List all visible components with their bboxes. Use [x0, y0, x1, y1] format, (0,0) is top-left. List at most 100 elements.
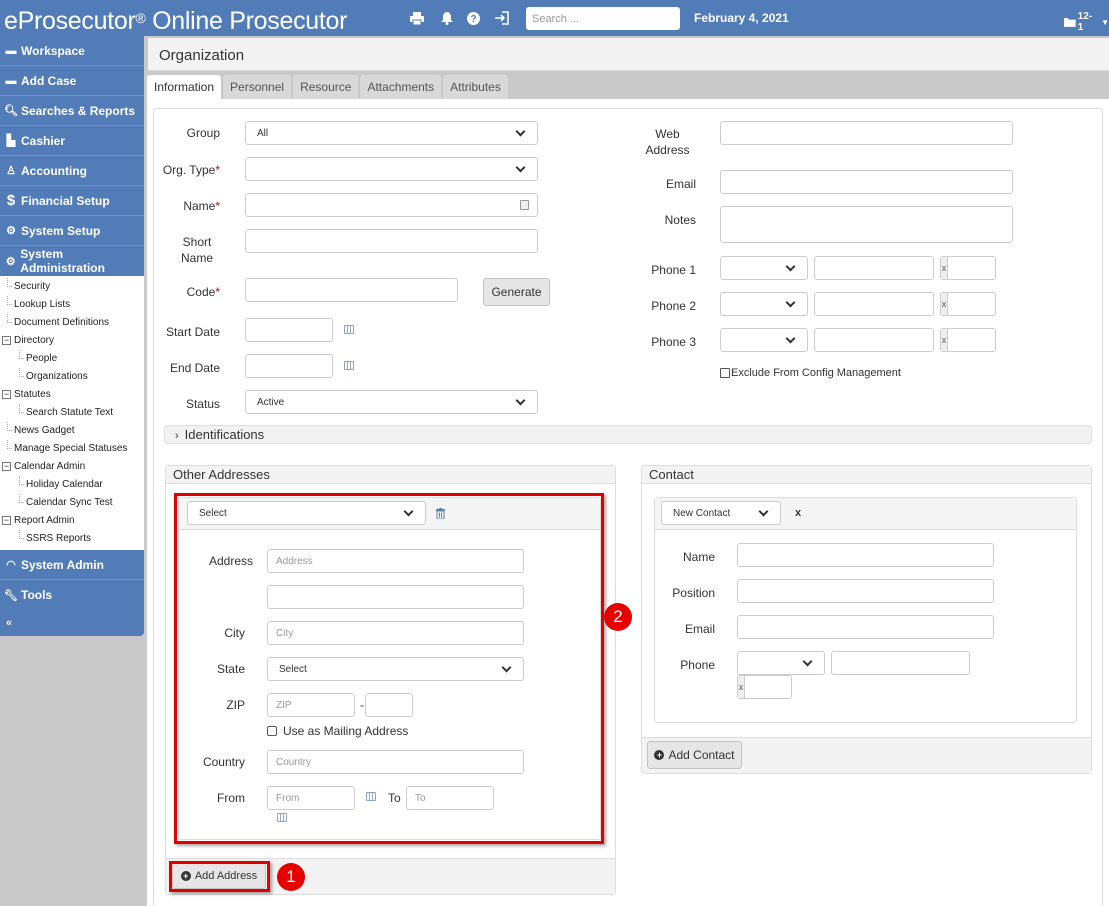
- org-type-select[interactable]: [245, 157, 538, 181]
- phone-1-ext-input[interactable]: x: [940, 256, 996, 280]
- tree-item-manage-special-statuses[interactable]: Manage Special Statuses: [0, 440, 144, 458]
- remove-contact-icon[interactable]: x: [795, 507, 801, 519]
- contact-phone-ext-input[interactable]: x: [737, 675, 792, 699]
- generate-button[interactable]: Generate: [483, 278, 550, 306]
- sidebar-item-financial-setup[interactable]: $ Financial Setup: [0, 186, 144, 216]
- web-address-input[interactable]: [720, 121, 1013, 145]
- tree-item-people[interactable]: People: [0, 350, 144, 368]
- trash-icon[interactable]: [436, 508, 445, 520]
- contact-position-input[interactable]: [737, 579, 994, 603]
- address-type-select[interactable]: Select: [187, 501, 426, 525]
- tree-item-organizations[interactable]: Organizations: [0, 368, 144, 386]
- contact-name-input[interactable]: [737, 543, 994, 567]
- calendar-icon[interactable]: [277, 813, 287, 822]
- phone-1-type-select[interactable]: [720, 256, 808, 280]
- start-date-input[interactable]: [245, 318, 333, 342]
- sidebar-item-system-administration[interactable]: ⚙ System Administration: [0, 246, 144, 276]
- notes-textarea[interactable]: [720, 206, 1013, 243]
- phone-2-type-select[interactable]: [720, 292, 808, 316]
- double-chevron-left-icon: «: [6, 617, 13, 629]
- group-select[interactable]: All: [245, 121, 538, 145]
- name-input[interactable]: [245, 193, 538, 217]
- state-select[interactable]: Select: [267, 657, 524, 681]
- web-address-label: Web Address: [645, 127, 690, 157]
- short-name-input[interactable]: [245, 229, 538, 253]
- status-select[interactable]: Active: [245, 390, 538, 414]
- sidebar-item-system-setup[interactable]: ⚙ System Setup: [0, 216, 144, 246]
- tree-item-holiday-calendar[interactable]: Holiday Calendar: [0, 476, 144, 494]
- tab-attachments[interactable]: Attachments: [360, 75, 442, 99]
- from-date-input[interactable]: From: [267, 786, 355, 810]
- tree-item-document-definitions[interactable]: Document Definitions: [0, 314, 144, 332]
- mailing-address-checkbox[interactable]: [267, 726, 277, 736]
- collapse-icon[interactable]: −: [2, 390, 11, 399]
- address-line-2-input[interactable]: [267, 585, 524, 609]
- exclude-config-checkbox[interactable]: [720, 368, 730, 378]
- tree-item-lookup-lists[interactable]: Lookup Lists: [0, 296, 144, 314]
- bell-icon[interactable]: [438, 9, 456, 27]
- collapse-icon[interactable]: −: [2, 516, 11, 525]
- tab-attributes[interactable]: Attributes: [443, 75, 508, 99]
- phone-3-number-input[interactable]: [814, 328, 934, 352]
- tree-item-directory[interactable]: − Directory: [0, 332, 144, 350]
- tree-item-report-admin[interactable]: − Report Admin: [0, 512, 144, 530]
- phone-3-type-select[interactable]: [720, 328, 808, 352]
- contact-card: New Contact x Name Position Email Phone …: [654, 497, 1077, 723]
- tree-item-calendar-sync-test[interactable]: Calendar Sync Test: [0, 494, 144, 512]
- contact-type-select[interactable]: New Contact: [661, 501, 781, 525]
- identifications-section-toggle[interactable]: › Identifications: [164, 425, 1092, 444]
- sidebar-item-workspace[interactable]: ▬ Workspace: [0, 36, 144, 66]
- calendar-icon[interactable]: [366, 792, 376, 801]
- calendar-icon[interactable]: [344, 361, 354, 370]
- address-line-1-input[interactable]: Address: [267, 549, 524, 573]
- tree-item-news-gadget[interactable]: News Gadget: [0, 422, 144, 440]
- city-input[interactable]: City: [267, 621, 524, 645]
- sidebar-item-system-admin[interactable]: ◠ System Admin: [0, 550, 144, 580]
- logout-icon[interactable]: [493, 9, 511, 27]
- tab-resource[interactable]: Resource: [293, 75, 359, 99]
- collapse-sidebar-button[interactable]: «: [0, 610, 144, 636]
- tree-item-calendar-admin[interactable]: − Calendar Admin: [0, 458, 144, 476]
- contact-phone-type-select[interactable]: [737, 651, 825, 675]
- sidebar-item-searches-reports[interactable]: 🔍︎ Searches & Reports: [0, 96, 144, 126]
- tree-item-search-statute-text[interactable]: Search Statute Text: [0, 404, 144, 422]
- contact-phone-number-input[interactable]: [831, 651, 970, 675]
- phone-1-number-input[interactable]: [814, 256, 934, 280]
- tab-information[interactable]: Information: [147, 75, 222, 99]
- tab-personnel[interactable]: Personnel: [223, 75, 292, 99]
- phone-3-ext-input[interactable]: x: [940, 328, 996, 352]
- phone-2-ext-input[interactable]: x: [940, 292, 996, 316]
- zip-input[interactable]: ZIP: [267, 693, 355, 717]
- sidebar-item-tools[interactable]: 🔧︎ Tools: [0, 580, 144, 610]
- contact-email-input[interactable]: [737, 615, 994, 639]
- contact-card-icon[interactable]: [520, 200, 529, 210]
- collapse-icon[interactable]: −: [2, 336, 11, 345]
- mailing-address-label: Use as Mailing Address: [283, 724, 409, 738]
- tree-item-security[interactable]: Security: [0, 278, 144, 296]
- tree-item-statutes[interactable]: − Statutes: [0, 386, 144, 404]
- sidebar-item-accounting[interactable]: ♙ Accounting: [0, 156, 144, 186]
- code-input[interactable]: [245, 278, 458, 302]
- add-contact-button[interactable]: + Add Contact: [647, 741, 742, 769]
- email-input[interactable]: [720, 170, 1013, 194]
- sidebar-item-cashier[interactable]: ▙ Cashier: [0, 126, 144, 156]
- help-icon[interactable]: ?: [464, 9, 482, 27]
- main-area: Organization Information Personnel Resou…: [145, 38, 1109, 906]
- sidebar-item-add-case[interactable]: ▬ Add Case: [0, 66, 144, 96]
- country-input[interactable]: Country: [267, 750, 524, 774]
- case-menu-label: 12-1: [1077, 11, 1093, 33]
- collapse-icon[interactable]: −: [2, 462, 11, 471]
- print-icon[interactable]: [408, 9, 426, 27]
- tree-item-ssrs-reports[interactable]: SSRS Reports: [0, 530, 144, 548]
- zip-extension-input[interactable]: [365, 693, 413, 717]
- chevron-down-icon: [515, 126, 526, 136]
- to-date-input[interactable]: To: [406, 786, 494, 810]
- case-menu[interactable]: 12-1 ▼: [1064, 11, 1109, 33]
- add-address-button[interactable]: + Add Address: [172, 863, 266, 889]
- cashier-icon: ▙: [6, 135, 16, 147]
- global-search-input[interactable]: [526, 7, 680, 30]
- end-date-input[interactable]: [245, 354, 333, 378]
- calendar-icon[interactable]: [344, 325, 354, 334]
- dollar-icon: $: [6, 192, 16, 209]
- phone-2-number-input[interactable]: [814, 292, 934, 316]
